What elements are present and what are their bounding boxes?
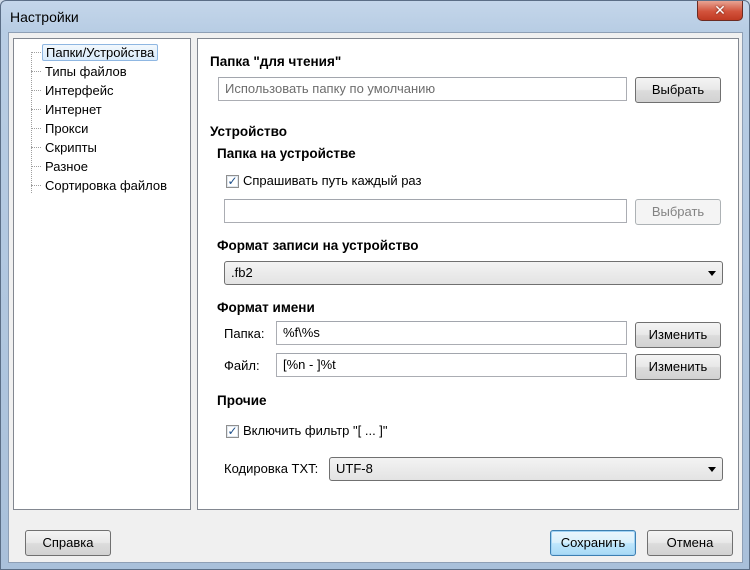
tree-connector xyxy=(31,128,41,129)
help-button[interactable]: Справка xyxy=(25,530,111,556)
sidebar-item-file-sorting[interactable]: Сортировка файлов xyxy=(42,177,170,194)
sidebar-item-internet[interactable]: Интернет xyxy=(42,101,105,118)
tree-connector xyxy=(31,185,41,186)
name-format-heading: Формат имени xyxy=(217,300,315,315)
device-path-input[interactable] xyxy=(224,199,627,223)
tree-connector-line xyxy=(31,52,32,193)
tree-connector xyxy=(31,109,41,110)
tree-connector xyxy=(31,90,41,91)
filter-checkbox[interactable]: ✓ xyxy=(226,425,239,438)
file-pattern-label: Файл: xyxy=(224,358,260,373)
other-heading: Прочие xyxy=(217,393,267,408)
encoding-select[interactable]: UTF-8 xyxy=(329,457,723,481)
sidebar-item-proxy[interactable]: Прокси xyxy=(42,120,91,137)
checkmark-icon: ✓ xyxy=(227,174,238,188)
file-pattern-change-button[interactable]: Изменить xyxy=(635,354,721,380)
folder-pattern-change-button[interactable]: Изменить xyxy=(635,322,721,348)
close-button[interactable]: ✕ xyxy=(697,1,743,21)
sidebar-item-file-types[interactable]: Типы файлов xyxy=(42,63,130,80)
encoding-value: UTF-8 xyxy=(336,461,373,476)
cancel-button[interactable]: Отмена xyxy=(647,530,733,556)
settings-panel: Папка "для чтения" Использовать папку по… xyxy=(197,38,739,510)
close-icon: ✕ xyxy=(714,2,726,18)
device-path-browse-button[interactable]: Выбрать xyxy=(635,199,721,225)
tree-connector xyxy=(31,147,41,148)
sidebar-item-interface[interactable]: Интерфейс xyxy=(42,82,116,99)
settings-category-tree[interactable]: Папки/Устройства Типы файлов Интерфейс И… xyxy=(13,38,191,510)
ask-path-checkbox[interactable]: ✓ xyxy=(226,175,239,188)
read-folder-input[interactable]: Использовать папку по умолчанию xyxy=(218,77,627,101)
ask-path-label: Спрашивать путь каждый раз xyxy=(243,173,422,188)
device-format-select[interactable]: .fb2 xyxy=(224,261,723,285)
checkmark-icon: ✓ xyxy=(227,424,238,438)
dialog-body: Папки/Устройства Типы файлов Интерфейс И… xyxy=(8,32,743,563)
tree-connector xyxy=(31,52,41,53)
device-heading: Устройство xyxy=(210,124,287,139)
encoding-label: Кодировка TXT: xyxy=(224,461,319,476)
device-folder-heading: Папка на устройстве xyxy=(217,146,356,161)
settings-window: Настройки ✕ Папки/Устройства Типы файлов… xyxy=(0,0,750,570)
sidebar-item-misc[interactable]: Разное xyxy=(42,158,91,175)
device-format-value: .fb2 xyxy=(231,265,253,280)
folder-pattern-label: Папка: xyxy=(224,326,265,341)
tree-connector xyxy=(31,71,41,72)
tree-connector xyxy=(31,166,41,167)
read-folder-heading: Папка "для чтения" xyxy=(210,54,342,69)
save-button[interactable]: Сохранить xyxy=(550,530,636,556)
filter-label: Включить фильтр "[ ... ]" xyxy=(243,423,388,438)
chevron-down-icon xyxy=(708,271,716,276)
read-folder-browse-button[interactable]: Выбрать xyxy=(635,77,721,103)
sidebar-item-folders-devices[interactable]: Папки/Устройства xyxy=(42,44,159,61)
sidebar-item-scripts[interactable]: Скрипты xyxy=(42,139,100,156)
window-title: Настройки xyxy=(10,9,79,25)
folder-pattern-input[interactable]: %f\%s xyxy=(276,321,627,345)
device-format-heading: Формат записи на устройство xyxy=(217,238,419,253)
chevron-down-icon xyxy=(708,467,716,472)
file-pattern-input[interactable]: [%n - ]%t xyxy=(276,353,627,377)
title-bar[interactable]: Настройки ✕ xyxy=(1,1,749,33)
